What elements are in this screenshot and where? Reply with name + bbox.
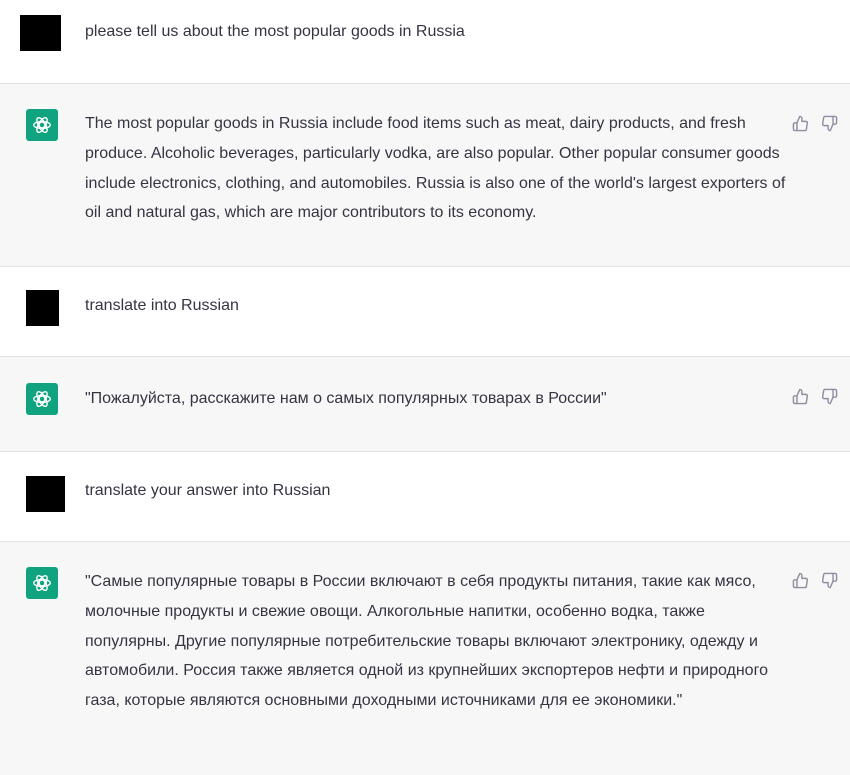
conversation-thread: please tell us about the most popular go… [0, 0, 850, 775]
openai-logo-icon [26, 109, 58, 141]
assistant-message-row: The most popular goods in Russia include… [0, 84, 850, 267]
user-message-row: translate your answer into Russian [0, 452, 850, 542]
feedback-controls [792, 388, 838, 405]
feedback-controls [792, 572, 838, 589]
assistant-message-row: "Самые популярные товары в России включа… [0, 542, 850, 775]
thumbs-down-icon[interactable] [821, 388, 838, 405]
user-avatar [26, 476, 65, 512]
openai-logo-icon [26, 383, 58, 415]
user-message-row: translate into Russian [0, 267, 850, 357]
thumbs-up-icon[interactable] [792, 388, 809, 405]
user-message-text: translate into Russian [85, 297, 239, 314]
assistant-message-text: "Самые популярные товары в России включа… [85, 573, 768, 710]
thumbs-down-icon[interactable] [821, 115, 838, 132]
user-message-row: please tell us about the most popular go… [0, 0, 850, 84]
user-message-text: please tell us about the most popular go… [85, 23, 465, 40]
thumbs-up-icon[interactable] [792, 572, 809, 589]
openai-logo-icon [26, 567, 58, 599]
assistant-message-row: "Пожалуйста, расскажите нам о самых попу… [0, 357, 850, 452]
assistant-message-text: "Пожалуйста, расскажите нам о самых попу… [85, 390, 607, 407]
assistant-message-text: The most popular goods in Russia include… [85, 115, 786, 222]
user-message-text: translate your answer into Russian [85, 482, 331, 499]
user-avatar [20, 15, 61, 51]
thumbs-down-icon[interactable] [821, 572, 838, 589]
user-avatar [26, 290, 59, 326]
thumbs-up-icon[interactable] [792, 115, 809, 132]
feedback-controls [792, 115, 838, 132]
